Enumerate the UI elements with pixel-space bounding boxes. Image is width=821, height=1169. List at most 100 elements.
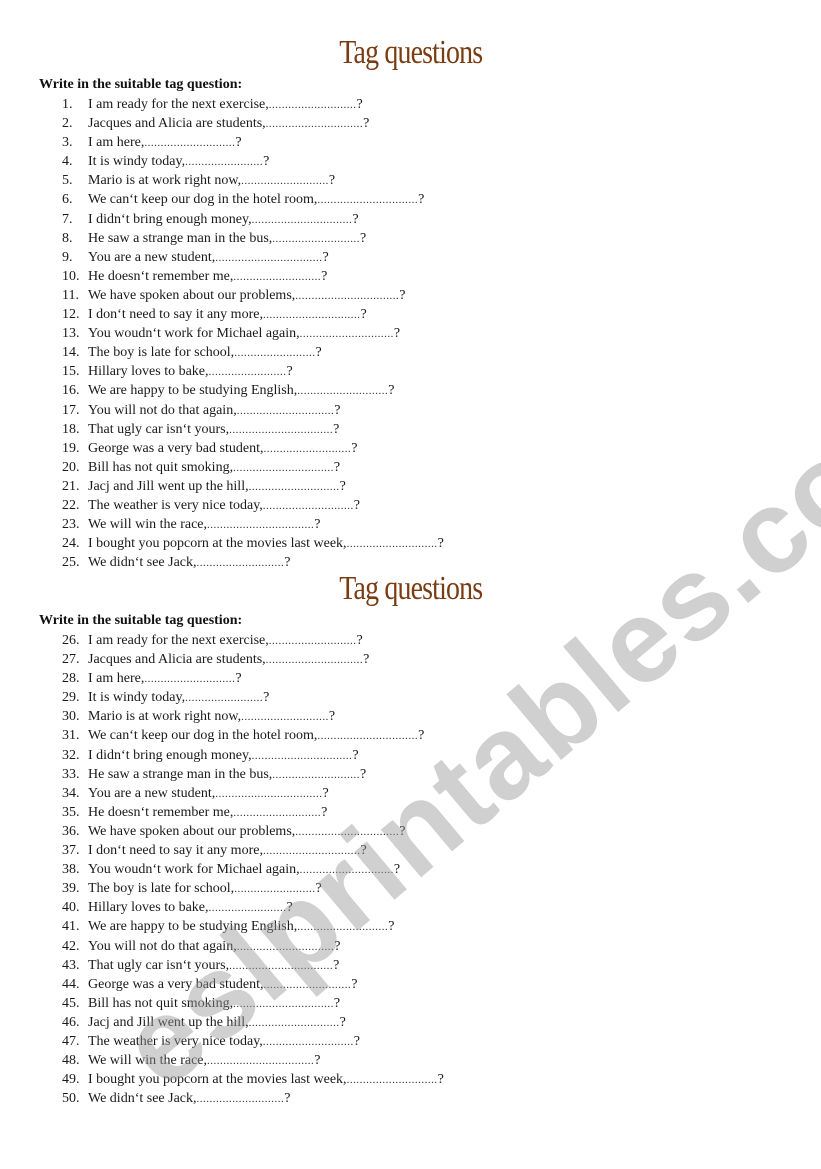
answer-blank[interactable]: ................................. bbox=[207, 1055, 314, 1067]
section-2-title: Tag questions bbox=[74, 570, 747, 608]
question-item: 38. You woudn‘t work for Michael again,..… bbox=[62, 860, 444, 879]
question-item: 2. Jacques and Alicia are students,......… bbox=[62, 114, 444, 133]
answer-blank[interactable]: ........................... bbox=[272, 769, 360, 781]
question-item: 50. We didn‘t see Jack,..................… bbox=[62, 1089, 444, 1108]
answer-blank[interactable]: ................................ bbox=[295, 290, 399, 302]
question-mark: ? bbox=[363, 116, 370, 132]
answer-blank[interactable]: ........................ bbox=[185, 692, 263, 704]
answer-blank[interactable]: ............................ bbox=[263, 500, 354, 512]
question-mark: ? bbox=[333, 995, 341, 1011]
question-item: 42. You will not do that again,..........… bbox=[62, 937, 444, 956]
answer-blank[interactable]: ............................. bbox=[300, 864, 394, 876]
answer-blank[interactable]: ........................... bbox=[197, 557, 285, 569]
question-mark: ? bbox=[393, 862, 401, 878]
question-item: 48. We will win the race,................… bbox=[62, 1051, 444, 1070]
question-item: 6. We can‘t keep our dog in the hotel roo… bbox=[62, 190, 444, 209]
answer-blank[interactable]: ............................... bbox=[252, 214, 353, 226]
answer-blank[interactable]: ............................... bbox=[317, 730, 418, 742]
answer-blank[interactable]: ......................... bbox=[234, 883, 315, 895]
question-number: 37. bbox=[62, 843, 80, 859]
question-number: 15. bbox=[62, 364, 80, 380]
question-number: 40. bbox=[62, 900, 80, 916]
question-number: 41. bbox=[62, 919, 80, 935]
answer-blank[interactable]: ................................ bbox=[229, 960, 333, 972]
question-number: 49. bbox=[62, 1072, 80, 1088]
answer-blank[interactable]: ................................ bbox=[229, 424, 333, 436]
question-number: 33. bbox=[62, 766, 80, 782]
answer-blank[interactable]: ........................ bbox=[209, 366, 287, 378]
question-number: 1. bbox=[62, 97, 73, 112]
question-number: 19. bbox=[62, 440, 80, 456]
answer-blank[interactable]: .............................. bbox=[263, 845, 361, 857]
answer-blank[interactable]: ........................... bbox=[241, 711, 329, 723]
question-mark: ? bbox=[339, 478, 346, 494]
answer-blank[interactable]: ............................ bbox=[347, 538, 438, 550]
question-number: 4. bbox=[62, 154, 73, 170]
question-number: 18. bbox=[62, 421, 80, 437]
question-mark: ? bbox=[333, 421, 340, 437]
answer-blank[interactable]: ........................... bbox=[269, 635, 357, 647]
answer-blank[interactable]: ............................... bbox=[233, 998, 334, 1010]
answer-blank[interactable]: ................................. bbox=[215, 788, 322, 800]
question-mark: ? bbox=[328, 173, 336, 189]
answer-blank[interactable]: ............................... bbox=[233, 462, 334, 474]
question-text: It is windy today, bbox=[88, 690, 186, 706]
answer-blank[interactable]: ................................ bbox=[295, 826, 399, 838]
question-item: 23. We will win the race,................… bbox=[62, 515, 444, 534]
answer-blank[interactable]: ........................... bbox=[263, 443, 351, 455]
answer-blank[interactable]: ........................... bbox=[272, 233, 360, 245]
answer-blank[interactable]: ................................. bbox=[207, 519, 314, 531]
answer-blank[interactable]: ............................ bbox=[347, 1074, 438, 1086]
question-mark: ? bbox=[334, 402, 341, 418]
question-item: 37. I don‘t need to say it any more,.....… bbox=[62, 841, 444, 860]
question-item: 47. The weather is very nice today,......… bbox=[62, 1032, 444, 1051]
question-number: 3. bbox=[62, 135, 73, 151]
question-number: 45. bbox=[62, 995, 80, 1011]
answer-blank[interactable]: ........................... bbox=[241, 175, 329, 187]
question-mark: ? bbox=[235, 671, 242, 687]
answer-blank[interactable]: ............................ bbox=[249, 1017, 340, 1029]
question-number: 9. bbox=[62, 249, 73, 265]
question-item: 7. I didn‘t bring enough money,..........… bbox=[62, 210, 444, 229]
question-text: Mario is at work right now, bbox=[88, 709, 242, 725]
question-text: It is windy today, bbox=[88, 154, 186, 170]
answer-blank[interactable]: ............................ bbox=[297, 385, 388, 397]
question-number: 24. bbox=[62, 536, 80, 552]
question-text: We can‘t keep our dog in the hotel room, bbox=[88, 192, 318, 208]
question-mark: ? bbox=[360, 230, 367, 246]
answer-blank[interactable]: ........................... bbox=[233, 807, 321, 819]
answer-blank[interactable]: ............................... bbox=[317, 194, 418, 206]
question-mark: ? bbox=[437, 536, 444, 552]
question-text: That ugly car isn‘t yours, bbox=[88, 957, 230, 973]
answer-blank[interactable]: ............................. bbox=[300, 328, 394, 340]
question-text: Hillary loves to bake, bbox=[88, 364, 209, 380]
answer-blank[interactable]: .............................. bbox=[266, 654, 364, 666]
answer-blank[interactable]: ........................... bbox=[197, 1093, 285, 1105]
answer-blank[interactable]: ............................ bbox=[144, 673, 235, 685]
answer-blank[interactable]: ............................... bbox=[252, 750, 353, 762]
question-item: 19. George was a very bad student,.......… bbox=[62, 439, 444, 458]
answer-blank[interactable]: .............................. bbox=[237, 405, 335, 417]
answer-blank[interactable]: ............................ bbox=[249, 481, 340, 493]
question-item: 8. He saw a strange man in the bus,......… bbox=[62, 229, 444, 248]
answer-blank[interactable]: ........................... bbox=[233, 271, 321, 283]
answer-blank[interactable]: ............................ bbox=[297, 921, 388, 933]
question-item: 31. We can‘t keep our dog in the hotel ro… bbox=[62, 726, 444, 745]
answer-blank[interactable]: .............................. bbox=[263, 309, 361, 321]
answer-blank[interactable]: .............................. bbox=[237, 941, 335, 953]
answer-blank[interactable]: ........................... bbox=[269, 99, 357, 111]
question-mark: ? bbox=[393, 326, 401, 342]
answer-blank[interactable]: ......................... bbox=[234, 347, 315, 359]
answer-blank[interactable]: ............................ bbox=[263, 1036, 354, 1048]
question-number: 39. bbox=[62, 881, 80, 897]
answer-blank[interactable]: ........................ bbox=[209, 902, 287, 914]
answer-blank[interactable]: ............................ bbox=[144, 137, 235, 149]
answer-blank[interactable]: ................................. bbox=[215, 252, 322, 264]
answer-blank[interactable]: .............................. bbox=[266, 118, 364, 130]
answer-blank[interactable]: ........................... bbox=[263, 979, 351, 991]
answer-blank[interactable]: ........................ bbox=[185, 156, 263, 168]
question-item: 46. Jacj and Jill went up the hill,......… bbox=[62, 1013, 444, 1032]
question-mark: ? bbox=[360, 766, 367, 782]
question-text: We have spoken about our problems, bbox=[88, 287, 296, 303]
worksheet-page: Tag questions Write in the suitable tag … bbox=[0, 0, 821, 1169]
